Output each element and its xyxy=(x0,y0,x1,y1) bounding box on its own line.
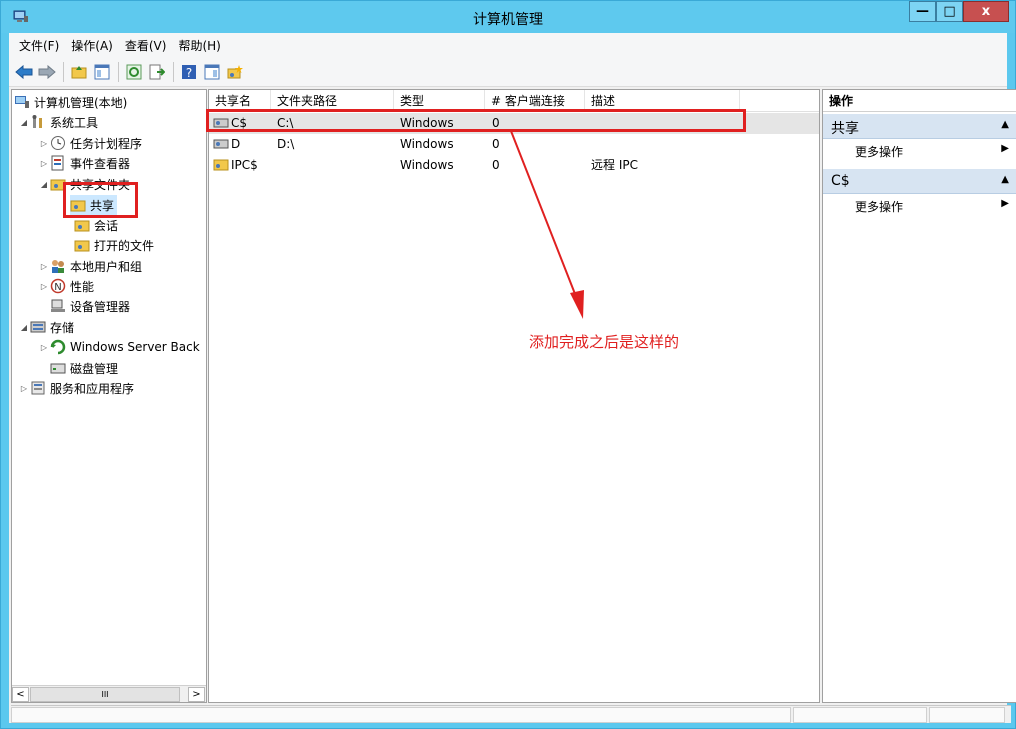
annotation-arrow xyxy=(510,130,584,319)
annotation-text: 添加完成之后是这样的 xyxy=(529,333,680,351)
computer-management-window: 计算机管理 — □ x 文件(F) 操作(A) 查看(V) 帮助(H) ? 计算… xyxy=(0,0,1016,729)
